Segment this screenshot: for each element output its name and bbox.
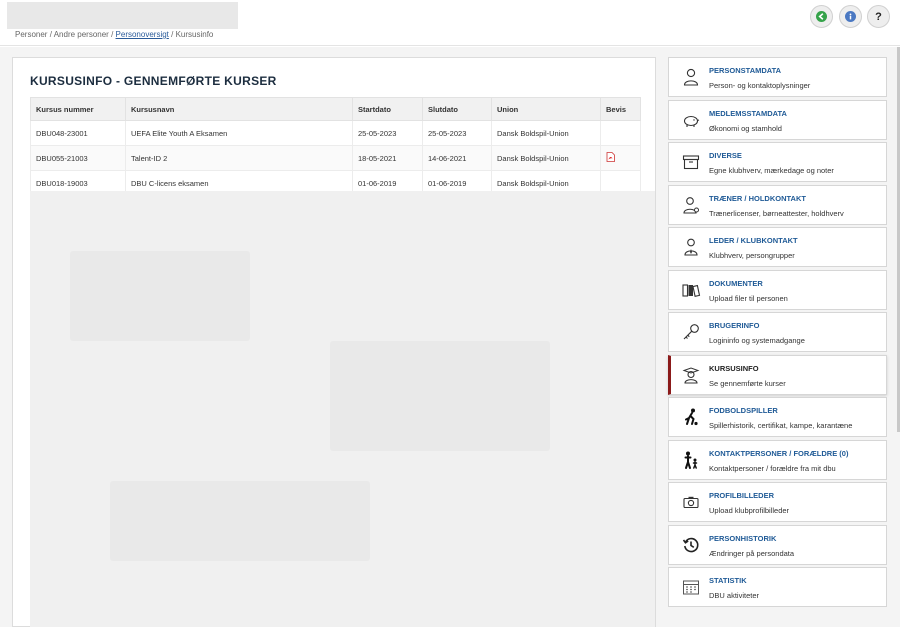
side-item-title: PERSONSTAMDATA bbox=[709, 66, 782, 75]
camera-icon bbox=[681, 492, 701, 512]
cell-course-number: DBU055-21003 bbox=[30, 145, 126, 171]
side-item-kontaktpersoner-foraeldre[interactable]: KONTAKTPERSONER / FORÆLDRE (0) Kontaktpe… bbox=[668, 439, 887, 480]
info-button[interactable] bbox=[839, 5, 862, 28]
side-item-medlemsstamdata[interactable]: MEDLEMSSTAMDATA Økonomi og stamhold bbox=[668, 99, 887, 140]
parent-child-icon bbox=[681, 450, 701, 470]
archive-box-icon bbox=[681, 152, 701, 172]
cell-union: Dansk Boldspil-Union bbox=[491, 120, 601, 146]
blurred-content-area bbox=[30, 191, 655, 627]
football-player-icon bbox=[681, 407, 701, 427]
question-mark-icon: ? bbox=[875, 10, 882, 23]
side-item-personstamdata[interactable]: PERSONSTAMDATA Person- og kontaktoplysni… bbox=[668, 57, 887, 97]
breadcrumb-andre-personer: Andre personer bbox=[53, 30, 109, 39]
info-icon bbox=[845, 11, 856, 22]
side-item-subtitle: Se gennemførte kurser bbox=[709, 378, 786, 388]
logo-placeholder bbox=[7, 2, 238, 29]
side-item-profilbilleder[interactable]: PROFILBILLEDER Upload klubprofilbilleder bbox=[668, 482, 887, 522]
side-item-subtitle: Upload filer til personen bbox=[709, 293, 788, 303]
side-item-subtitle: Upload klubprofilbilleder bbox=[709, 506, 790, 515]
page-title: KURSUSINFO - GENNEMFØRTE KURSER bbox=[30, 74, 277, 88]
table-row[interactable]: DBU048-23001 UEFA Elite Youth A Eksamen … bbox=[30, 120, 641, 146]
arrow-left-icon bbox=[816, 11, 827, 22]
side-item-title: DOKUMENTER bbox=[709, 278, 763, 288]
side-item-subtitle: Spillerhistorik, certifikat, kampe, kara… bbox=[709, 421, 853, 430]
column-header-bevis[interactable]: Bevis bbox=[600, 97, 641, 121]
breadcrumb-separator: / bbox=[108, 30, 116, 39]
cell-certificate bbox=[600, 145, 641, 171]
top-bar: Personer / Andre personer / Personoversi… bbox=[0, 0, 900, 46]
person-icon bbox=[681, 67, 701, 87]
side-item-statistik[interactable]: STATISTIK DBU aktiviteter bbox=[668, 567, 887, 607]
side-item-leder-klubkontakt[interactable]: LEDER / KLUBKONTAKT Klubhverv, persongru… bbox=[668, 227, 887, 267]
breadcrumb-personer: Personer bbox=[15, 30, 48, 39]
breadcrumb-personoversigt-link[interactable]: Personoversigt bbox=[116, 30, 169, 39]
side-item-title: KURSUSINFO bbox=[709, 363, 759, 373]
cell-union: Dansk Boldspil-Union bbox=[491, 145, 601, 171]
leader-icon bbox=[681, 237, 701, 257]
help-button[interactable]: ? bbox=[867, 5, 890, 28]
back-button[interactable] bbox=[810, 5, 833, 28]
side-item-title: BRUGERINFO bbox=[709, 321, 760, 330]
side-item-title: DIVERSE bbox=[709, 151, 742, 160]
breadcrumb: Personer / Andre personer / Personoversi… bbox=[15, 30, 213, 39]
column-header-startdato[interactable]: Startdato bbox=[352, 97, 423, 121]
calendar-icon bbox=[681, 577, 701, 597]
breadcrumb-separator: / bbox=[168, 30, 176, 39]
cell-end-date: 14-06-2021 bbox=[422, 145, 492, 171]
course-info-panel: KURSUSINFO - GENNEMFØRTE KURSER Kursus n… bbox=[12, 57, 656, 627]
courses-table: Kursus nummer Kursusnavn Startdato Slutd… bbox=[30, 97, 641, 196]
column-header-kursus-nummer[interactable]: Kursus nummer bbox=[30, 97, 126, 121]
table-header-row: Kursus nummer Kursusnavn Startdato Slutd… bbox=[30, 97, 641, 121]
cell-course-name: Talent-ID 2 bbox=[125, 145, 353, 171]
blur-blob bbox=[330, 341, 550, 451]
cell-start-date: 18-05-2021 bbox=[352, 145, 423, 171]
side-item-subtitle: Logininfo og systemadgange bbox=[709, 336, 805, 345]
side-item-kursusinfo[interactable]: KURSUSINFO Se gennemførte kurser bbox=[668, 354, 887, 395]
side-item-title: MEDLEMSSTAMDATA bbox=[709, 108, 787, 118]
cell-start-date: 25-05-2023 bbox=[352, 120, 423, 146]
cell-course-number: DBU048-23001 bbox=[30, 120, 126, 146]
side-item-diverse[interactable]: DIVERSE Egne klubhverv, mærkedage og not… bbox=[668, 142, 887, 182]
graduate-icon bbox=[681, 365, 701, 385]
side-item-title: PROFILBILLEDER bbox=[709, 491, 774, 500]
table-row[interactable]: DBU055-21003 Talent-ID 2 18-05-2021 14-0… bbox=[30, 145, 641, 171]
side-item-traener-holdkontakt[interactable]: TRÆNER / HOLDKONTAKT Trænerlicenser, bør… bbox=[668, 184, 887, 225]
side-item-title: STATISTIK bbox=[709, 576, 747, 585]
side-item-title: LEDER / KLUBKONTAKT bbox=[709, 236, 798, 245]
side-item-subtitle: Egne klubhverv, mærkedage og noter bbox=[709, 166, 834, 175]
side-item-title: KONTAKTPERSONER / FORÆLDRE (0) bbox=[709, 448, 849, 458]
cell-course-name: UEFA Elite Youth A Eksamen bbox=[125, 120, 353, 146]
history-icon bbox=[681, 535, 701, 555]
side-item-subtitle: Ændringer på persondata bbox=[709, 548, 795, 558]
cell-end-date: 25-05-2023 bbox=[422, 120, 492, 146]
side-item-subtitle: Kontaktpersoner / forældre fra mit dbu bbox=[709, 463, 836, 473]
blur-blob bbox=[70, 251, 250, 341]
blur-blob bbox=[110, 481, 370, 561]
pdf-icon[interactable] bbox=[606, 152, 615, 162]
side-item-subtitle: Økonomi og stamhold bbox=[709, 123, 782, 133]
key-icon bbox=[681, 322, 701, 342]
column-header-kursusnavn[interactable]: Kursusnavn bbox=[125, 97, 353, 121]
side-item-subtitle: Klubhverv, persongrupper bbox=[709, 251, 795, 260]
coach-icon bbox=[681, 195, 701, 215]
side-item-personhistorik[interactable]: PERSONHISTORIK Ændringer på persondata bbox=[668, 524, 887, 565]
side-item-brugerinfo[interactable]: BRUGERINFO Logininfo og systemadgange bbox=[668, 312, 887, 352]
side-item-title: FODBOLDSPILLER bbox=[709, 406, 778, 415]
side-item-dokumenter[interactable]: DOKUMENTER Upload filer til personen bbox=[668, 269, 887, 310]
side-item-subtitle: DBU aktiviteter bbox=[709, 591, 760, 600]
binders-icon bbox=[681, 280, 701, 300]
cell-certificate bbox=[600, 120, 641, 146]
side-item-title: PERSONHISTORIK bbox=[709, 533, 777, 543]
side-item-fodboldspiller[interactable]: FODBOLDSPILLER Spillerhistorik, certifik… bbox=[668, 397, 887, 437]
column-header-union[interactable]: Union bbox=[491, 97, 601, 121]
side-item-title: TRÆNER / HOLDKONTAKT bbox=[709, 193, 806, 203]
column-header-slutdato[interactable]: Slutdato bbox=[422, 97, 492, 121]
breadcrumb-current: Kursusinfo bbox=[175, 30, 214, 39]
side-item-subtitle: Trænerlicenser, børneattester, holdhverv bbox=[709, 208, 844, 218]
piggy-bank-icon bbox=[681, 110, 701, 130]
side-item-subtitle: Person- og kontaktoplysninger bbox=[709, 81, 811, 90]
